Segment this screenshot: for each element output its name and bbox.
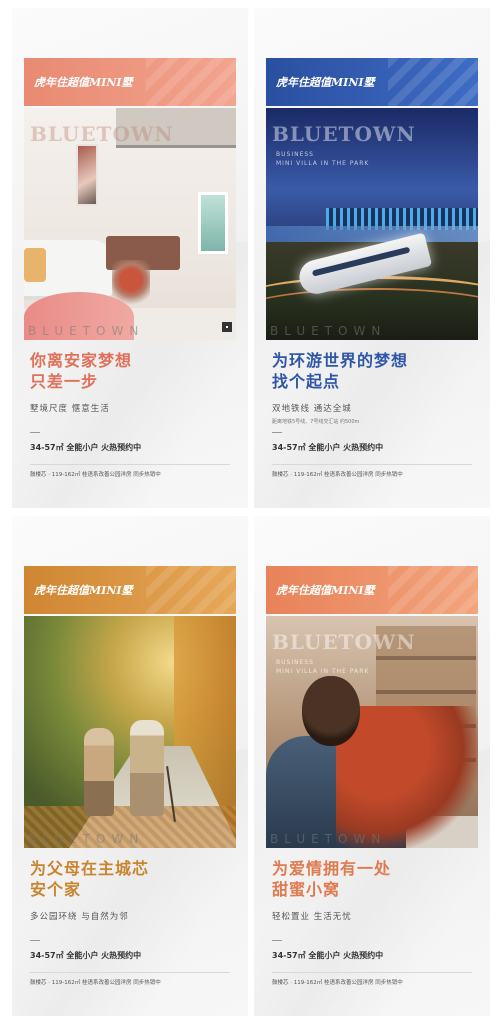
- park-photo: [24, 616, 236, 848]
- divider: [272, 972, 472, 973]
- headline: 为父母在主城芯 安个家: [30, 859, 150, 899]
- watermark-logo: BLUETOWN: [272, 122, 416, 146]
- headline: 为爱情拥有一处 甜蜜小窝: [272, 859, 392, 899]
- watermark-logo: BLUETOWN: [272, 630, 416, 654]
- divider-dash: [30, 432, 40, 433]
- poster-banner: 虎年住超值MINI墅: [266, 566, 478, 614]
- city-train-photo: BLUETOWN BUSINESS MINI VILLA IN THE PARK: [266, 108, 478, 340]
- poster-banner: 虎年住超值MINI墅: [266, 58, 478, 106]
- promo-text: 34-57㎡ 全能小户 火热预约中: [30, 443, 142, 452]
- promo-text: 34-57㎡ 全能小户 火热预约中: [272, 443, 384, 452]
- subline: 墅境尺度 惬意生活: [30, 404, 110, 414]
- divider: [272, 464, 472, 465]
- qr-code-icon: [222, 322, 232, 332]
- footer-text: 鼓楼芯 · 119-162㎡ 桂语系改善公园洋房 同步热销中: [30, 980, 161, 986]
- footer-text: 鼓楼芯 · 119-162㎡ 桂语系改善公园洋房 同步热销中: [272, 980, 403, 986]
- poster-living-room: 虎年住超值MINI墅 BLUETOWN BLUETOWN 你离安家梦想 只差一步…: [12, 8, 248, 508]
- watermark-bottom: BLUETOWN: [28, 832, 145, 846]
- headline: 你离安家梦想 只差一步: [30, 351, 133, 391]
- poster-city-train: 虎年住超值MINI墅 BLUETOWN BUSINESS MINI VILLA …: [254, 8, 490, 508]
- footer-text: 鼓楼芯 · 119-162㎡ 桂语系改善公园洋房 同步热销中: [30, 472, 161, 478]
- divider: [30, 464, 230, 465]
- subline: 双地铁线 通达全城: [272, 404, 352, 414]
- divider: [30, 972, 230, 973]
- living-room-photo: BLUETOWN: [24, 108, 236, 340]
- divider-dash: [272, 432, 282, 433]
- watermark-bottom: BLUETOWN: [270, 832, 387, 846]
- divider-dash: [272, 940, 282, 941]
- watermark-bottom: BLUETOWN: [28, 324, 145, 338]
- poster-couple: 虎年住超值MINI墅 BLUETOWN BUSINESS MINI VILLA …: [254, 516, 490, 1016]
- watermark-logo: BLUETOWN: [30, 122, 174, 146]
- watermark-subtitle: BUSINESS MINI VILLA IN THE PARK: [276, 151, 370, 167]
- promo-text: 34-57㎡ 全能小户 火热预约中: [30, 951, 142, 960]
- poster-banner: 虎年住超值MINI墅: [24, 566, 236, 614]
- divider-dash: [30, 940, 40, 941]
- watermark-bottom: BLUETOWN: [270, 324, 387, 338]
- headline: 为环游世界的梦想 找个起点: [272, 351, 409, 391]
- poster-park-elders: 虎年住超值MINI墅 BLUETOWN 为父母在主城芯 安个家 多公园环绕 与自…: [12, 516, 248, 1016]
- poster-banner: 虎年住超值MINI墅: [24, 58, 236, 106]
- couple-photo: BLUETOWN BUSINESS MINI VILLA IN THE PARK: [266, 616, 478, 848]
- watermark-subtitle: BUSINESS MINI VILLA IN THE PARK: [276, 659, 370, 675]
- footer-text: 鼓楼芯 · 119-162㎡ 桂语系改善公园洋房 同步热销中: [272, 472, 403, 478]
- subline: 轻松置业 生活无忧: [272, 912, 352, 922]
- promo-text: 34-57㎡ 全能小户 火热预约中: [272, 951, 384, 960]
- detail-text: 距离地铁5号线、7号线交汇站 约500m: [272, 419, 360, 425]
- subline: 多公园环绕 与自然为邻: [30, 912, 129, 922]
